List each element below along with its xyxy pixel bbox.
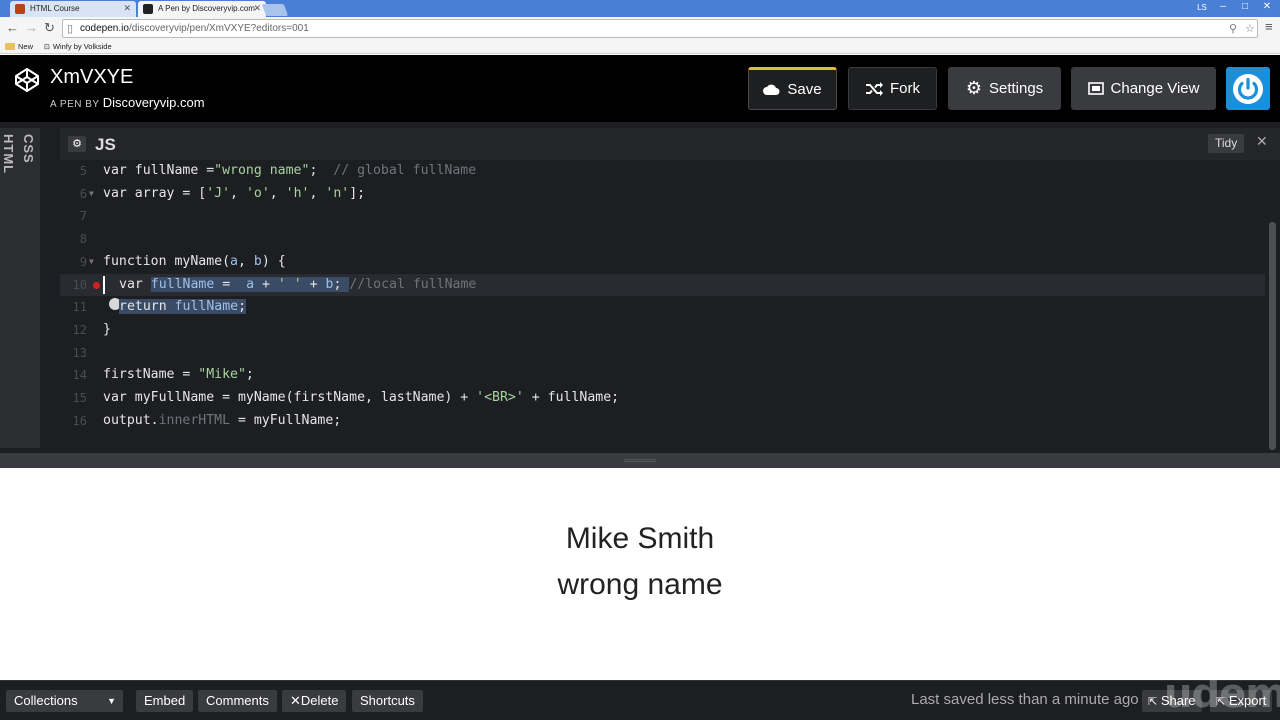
back-arrow-icon[interactable]: ←	[6, 20, 19, 36]
bookmark-winfy[interactable]: ⊡ Winfy by Volkside	[44, 42, 112, 51]
pen-title[interactable]: XmVXYE	[50, 66, 133, 89]
fold-arrow-icon[interactable]: ▼	[89, 183, 94, 206]
cloud-icon	[763, 84, 780, 95]
browser-toolbar: ← → ↻ ▯ codepen.io/discoveryvip/pen/XmVX…	[0, 17, 1280, 39]
url-path: /discoveryvip/pen/XmVXYE?editors=001	[128, 23, 309, 34]
user-avatar-button[interactable]	[1226, 67, 1270, 110]
tab-label: A Pen by Discoveryvip.com	[158, 4, 255, 13]
power-icon	[1233, 73, 1263, 104]
tidy-button[interactable]: Tidy	[1208, 134, 1245, 153]
code-line: 9 ▼ function myName(a, b) {	[60, 251, 1265, 274]
minimize-icon[interactable]: –	[1212, 0, 1234, 14]
pen-author-link[interactable]: Discoveryvip.com	[103, 95, 205, 110]
fork-button[interactable]: Fork	[848, 67, 937, 110]
output-line-1: Mike Smith	[565, 522, 715, 555]
mouse-pointer-icon	[93, 281, 100, 289]
maximize-icon[interactable]: □	[1234, 0, 1256, 14]
text-cursor	[103, 275, 105, 294]
bookmark-folder-new[interactable]: New	[5, 42, 33, 51]
js-editor-header: ⚙ JS Tidy ✕	[60, 128, 1280, 160]
preview-pane: Mike Smith wrong name	[0, 468, 1280, 680]
page-icon: ⊡	[44, 44, 50, 51]
code-line: 14 firstName = "Mike";	[72, 367, 254, 383]
tab-label: HTML Course	[30, 4, 80, 13]
codepen-header: XmVXYE A PEN BY Discoveryvip.com Save Fo…	[0, 55, 1280, 122]
code-line: 5 var fullName ="wrong name"; // global …	[79, 163, 477, 178]
close-tab-icon[interactable]: ✕	[253, 3, 261, 14]
x-icon: ✕	[290, 693, 301, 708]
js-editor-pane: ⚙ JS Tidy ✕ 5 var fullName ="wrong name"…	[60, 128, 1280, 453]
new-tab-button[interactable]	[261, 4, 289, 16]
reload-icon[interactable]: ↻	[44, 20, 55, 36]
fork-icon	[866, 81, 883, 96]
fold-arrow-icon[interactable]: ▼	[89, 251, 94, 274]
code-line: 8	[79, 232, 87, 247]
code-line: 11 return fullName;	[72, 298, 247, 315]
bookmark-star-icon[interactable]: ☆	[1245, 21, 1255, 38]
user-profile-badge[interactable]: LS	[1194, 1, 1210, 14]
js-code-editor[interactable]: 5 var fullName ="wrong name"; // global …	[60, 160, 1265, 453]
page-icon: ▯	[67, 23, 74, 35]
caret-down-icon: ▼	[107, 696, 116, 706]
editor-scrollbar[interactable]	[1269, 222, 1276, 450]
folder-icon	[5, 43, 15, 50]
address-bar[interactable]: ▯ codepen.io/discoveryvip/pen/XmVXYE?edi…	[62, 19, 1258, 38]
zoom-icon[interactable]: ⚲	[1229, 21, 1237, 38]
grip-icon	[624, 459, 656, 462]
code-line: 16 output.innerHTML = myFullName;	[72, 412, 342, 428]
gear-icon: ⚙	[965, 78, 982, 98]
collections-dropdown[interactable]: Collections ▼	[6, 690, 123, 712]
code-line: 7	[79, 209, 87, 224]
browser-tab-codepen[interactable]: A Pen by Discoveryvip.com ✕	[138, 1, 266, 17]
close-tab-icon[interactable]: ✕	[123, 3, 131, 14]
save-button[interactable]: Save	[748, 67, 837, 110]
codepen-favicon-icon	[143, 4, 153, 14]
html-editor-tab[interactable]: HTML	[0, 128, 20, 448]
codepen-logo-icon[interactable]	[14, 67, 40, 93]
shortcuts-button[interactable]: Shortcuts	[352, 690, 423, 712]
change-view-button[interactable]: Change View	[1071, 67, 1216, 110]
editor-resize-handle[interactable]	[0, 453, 1280, 468]
codepen-footer: Collections ▼ Embed Comments ✕Delete Sho…	[0, 671, 1280, 720]
pen-author-line: A PEN BY Discoveryvip.com	[50, 95, 205, 110]
forward-arrow-icon[interactable]: →	[25, 20, 38, 36]
url-host: codepen.io	[80, 23, 129, 34]
bookmarks-bar: New ⊡ Winfy by Volkside	[0, 39, 1280, 54]
browser-tab-html-course[interactable]: HTML Course ✕	[10, 1, 136, 17]
code-line: 6 ▼ var array = ['J', 'o', 'h', 'n'];	[60, 183, 1265, 206]
code-line: 15 var myFullName = myName(firstName, la…	[72, 390, 620, 405]
comments-button[interactable]: Comments	[198, 690, 277, 712]
embed-button[interactable]: Embed	[136, 690, 194, 712]
output-line-2: wrong name	[557, 568, 723, 601]
code-line-active: 10 var fullName = a + ' ' + b; //local f…	[60, 273, 1265, 297]
code-line: 13	[72, 345, 87, 360]
js-pane-title: JS	[95, 135, 116, 154]
css-editor-tab[interactable]: CSS	[20, 128, 40, 448]
udemy-favicon-icon	[15, 4, 25, 14]
code-line: 12 }	[72, 321, 111, 337]
browser-menu-icon[interactable]: ≡	[1265, 19, 1273, 34]
layout-icon	[1087, 82, 1104, 95]
delete-button[interactable]: ✕Delete	[282, 690, 347, 712]
editor-area: HTML CSS ⚙ JS Tidy ✕ 5 var fullName ="wr…	[0, 122, 1280, 453]
udemy-watermark: udemy	[1164, 671, 1280, 717]
js-settings-gear-icon[interactable]: ⚙	[68, 136, 86, 152]
share-icon: ⇱	[1148, 696, 1158, 708]
window-close-icon[interactable]: ✕	[1256, 0, 1278, 14]
browser-tab-bar: HTML Course ✕ A Pen by Discoveryvip.com …	[0, 0, 1280, 17]
last-saved-status: Last saved less than a minute ago	[911, 691, 1139, 708]
close-pane-icon[interactable]: ✕	[1256, 133, 1268, 150]
settings-button[interactable]: ⚙ Settings	[948, 67, 1061, 110]
